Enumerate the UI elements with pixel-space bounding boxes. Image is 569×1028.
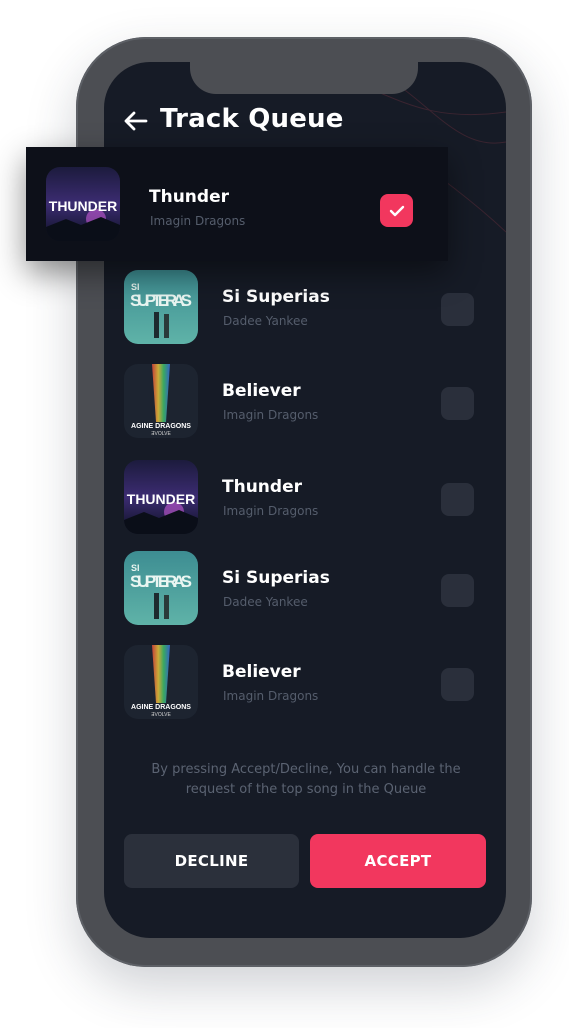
track-title: Believer [222,381,301,401]
page-title: Track Queue [160,104,344,134]
phone-notch [190,60,418,94]
track-checkbox[interactable] [441,293,474,326]
track-title: Si Superias [222,287,330,307]
track-artist: Imagin Dragons [150,214,246,228]
accept-button[interactable]: ACCEPT [310,834,486,888]
track-artist: Dadee Yankee [223,314,308,328]
check-icon [389,205,404,216]
track-checkbox[interactable] [441,387,474,420]
featured-track-card[interactable]: THUNDER Thunder Imagin Dragons [26,147,448,261]
svg-text:ƎVOLVE: ƎVOLVE [151,431,171,437]
album-art: THUNDER [46,167,120,241]
album-art: SI SUPTERAS [124,551,198,625]
track-checkbox[interactable] [441,483,474,516]
svg-text:THUNDER: THUNDER [127,491,195,507]
track-artist: Imagin Dragons [223,408,319,422]
track-checkbox[interactable] [441,668,474,701]
queue-hint-text: By pressing Accept/Decline, You can hand… [151,762,461,797]
album-art: THUNDER [124,460,198,534]
track-artist: Imagin Dragons [223,689,319,703]
svg-text:ƎVOLVE: ƎVOLVE [151,712,171,718]
svg-text:AGINE DRAGONS: AGINE DRAGONS [131,423,191,430]
track-title: Thunder [222,477,302,497]
svg-text:THUNDER: THUNDER [49,198,117,214]
album-art: SI SUPTERAS [124,270,198,344]
arrow-left-icon [124,111,148,131]
track-title: Thunder [149,187,229,207]
decline-button[interactable]: DECLINE [124,834,299,888]
track-title: Believer [222,662,301,682]
svg-text:AGINE DRAGONS: AGINE DRAGONS [131,704,191,711]
track-checkbox-checked[interactable] [380,194,413,227]
track-title: Si Superias [222,568,330,588]
svg-text:SUPTERAS: SUPTERAS [130,572,192,591]
track-artist: Imagin Dragons [223,504,319,518]
back-button[interactable] [120,106,150,136]
album-art: AGINE DRAGONS ƎVOLVE [124,645,198,719]
svg-text:SUPTERAS: SUPTERAS [130,291,192,310]
track-artist: Dadee Yankee [223,595,308,609]
track-checkbox[interactable] [441,574,474,607]
album-art: AGINE DRAGONS ƎVOLVE [124,364,198,438]
